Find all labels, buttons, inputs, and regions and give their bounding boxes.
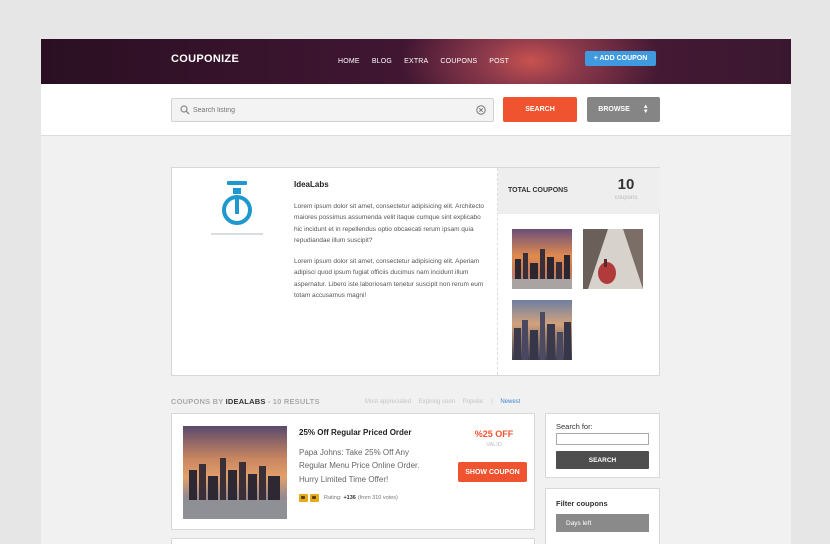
sort-most-appreciated[interactable]: Most appreciated bbox=[365, 399, 411, 405]
nav-extra[interactable]: EXTRA bbox=[404, 58, 428, 65]
page-frame: COUPONIZE HOME BLOG EXTRA COUPONS POST +… bbox=[41, 39, 791, 544]
street-with-red-bag-thumbnail[interactable] bbox=[583, 229, 643, 289]
rating-value: +136 bbox=[343, 495, 356, 501]
total-coupons-unit: coupons bbox=[614, 195, 638, 201]
total-coupons-count: 10 bbox=[617, 176, 635, 193]
city-skyline-dusk-thumbnail[interactable] bbox=[512, 300, 572, 360]
nav-coupons[interactable]: COUPONS bbox=[440, 58, 477, 65]
description-paragraph: Lorem ipsum dolor sit amet, consectetur … bbox=[294, 203, 485, 244]
filter-days-left[interactable]: Days left bbox=[556, 514, 649, 532]
coupon-description: Papa Johns: Take 25% Off Any Regular Men… bbox=[299, 448, 420, 484]
sidebar-search-button[interactable]: SEARCH bbox=[556, 451, 649, 469]
results-by: BY bbox=[210, 397, 226, 406]
nav-home[interactable]: HOME bbox=[338, 58, 360, 65]
results-prefix: COUPONS bbox=[171, 397, 211, 406]
results-company: IDEALABS bbox=[225, 397, 266, 406]
company-description: Lorem ipsum dolor sit amet, consectetur … bbox=[294, 201, 486, 301]
rating-votes: (from 310 votes) bbox=[357, 495, 398, 501]
results-count: - 10 RESULTS bbox=[265, 397, 320, 406]
nav-blog[interactable]: BLOG bbox=[372, 58, 392, 65]
browse-label: BROWSE bbox=[598, 106, 630, 113]
top-header: COUPONIZE HOME BLOG EXTRA COUPONS POST +… bbox=[41, 39, 791, 84]
search-icon bbox=[180, 105, 190, 115]
company-card: IdeaLabs Lorem ipsum dolor sit amet, con… bbox=[171, 167, 660, 376]
clear-icon[interactable] bbox=[476, 105, 486, 115]
sort-options: Most appreciated Expiring soon Popular |… bbox=[365, 399, 526, 405]
coupon-card: 25% Off Regular Priced Order Papa Johns:… bbox=[171, 413, 535, 530]
coupon-city-image[interactable] bbox=[183, 426, 287, 519]
filter-title: Filter coupons bbox=[556, 499, 608, 508]
city-sunset-thumbnail[interactable] bbox=[512, 229, 572, 289]
nav-post[interactable]: POST bbox=[489, 58, 509, 65]
up-down-arrows-icon: ▲ ▼ bbox=[642, 103, 649, 115]
sort-separator: | bbox=[491, 399, 493, 405]
company-name: IdeaLabs bbox=[294, 180, 329, 189]
coupon-title[interactable]: 25% Off Regular Priced Order bbox=[299, 428, 411, 437]
results-heading: COUPONS BY IDEALABS - 10 RESULTS bbox=[171, 397, 320, 406]
search-box bbox=[171, 98, 494, 122]
search-button[interactable]: SEARCH bbox=[503, 97, 577, 122]
total-coupons-label: TOTAL COUPONS bbox=[508, 187, 568, 194]
sort-expiring-soon[interactable]: Expiring soon bbox=[419, 399, 455, 405]
coupon-valid: VALID bbox=[486, 442, 502, 448]
description-paragraph: Lorem ipsum dolor sit amet, consectetur … bbox=[294, 258, 484, 300]
sidebar-search-input[interactable] bbox=[556, 433, 649, 445]
add-coupon-button[interactable]: + ADD COUPON bbox=[585, 51, 656, 66]
rating-label: Rating: bbox=[324, 495, 342, 501]
show-coupon-button[interactable]: SHOW COUPON bbox=[458, 462, 527, 482]
sort-newest[interactable]: Newest bbox=[500, 399, 520, 405]
search-band: SEARCH BROWSE ▲▼ bbox=[41, 84, 791, 136]
sidebar-search-widget: Search for: SEARCH bbox=[545, 413, 660, 478]
lightbulb-logo-icon bbox=[211, 181, 263, 235]
coupon-discount: %25 OFF bbox=[474, 429, 514, 439]
sort-popular[interactable]: Popular bbox=[463, 399, 484, 405]
thumbs-up-icon[interactable] bbox=[299, 494, 308, 502]
browse-button[interactable]: BROWSE ▲ ▼ bbox=[587, 97, 660, 122]
coupon-rating: Rating: +136 (from 310 votes) bbox=[299, 494, 398, 502]
coupon-card-next bbox=[171, 538, 535, 544]
filter-coupons-widget: Filter coupons Days left bbox=[545, 488, 660, 544]
main-nav: HOME BLOG EXTRA COUPONS POST bbox=[338, 58, 521, 65]
search-input[interactable] bbox=[193, 103, 463, 117]
search-for-label: Search for: bbox=[556, 422, 593, 431]
site-logo[interactable]: COUPONIZE bbox=[171, 53, 239, 65]
thumbs-down-icon[interactable] bbox=[310, 494, 319, 502]
total-coupons-box: TOTAL COUPONS 10 coupons bbox=[498, 168, 660, 214]
